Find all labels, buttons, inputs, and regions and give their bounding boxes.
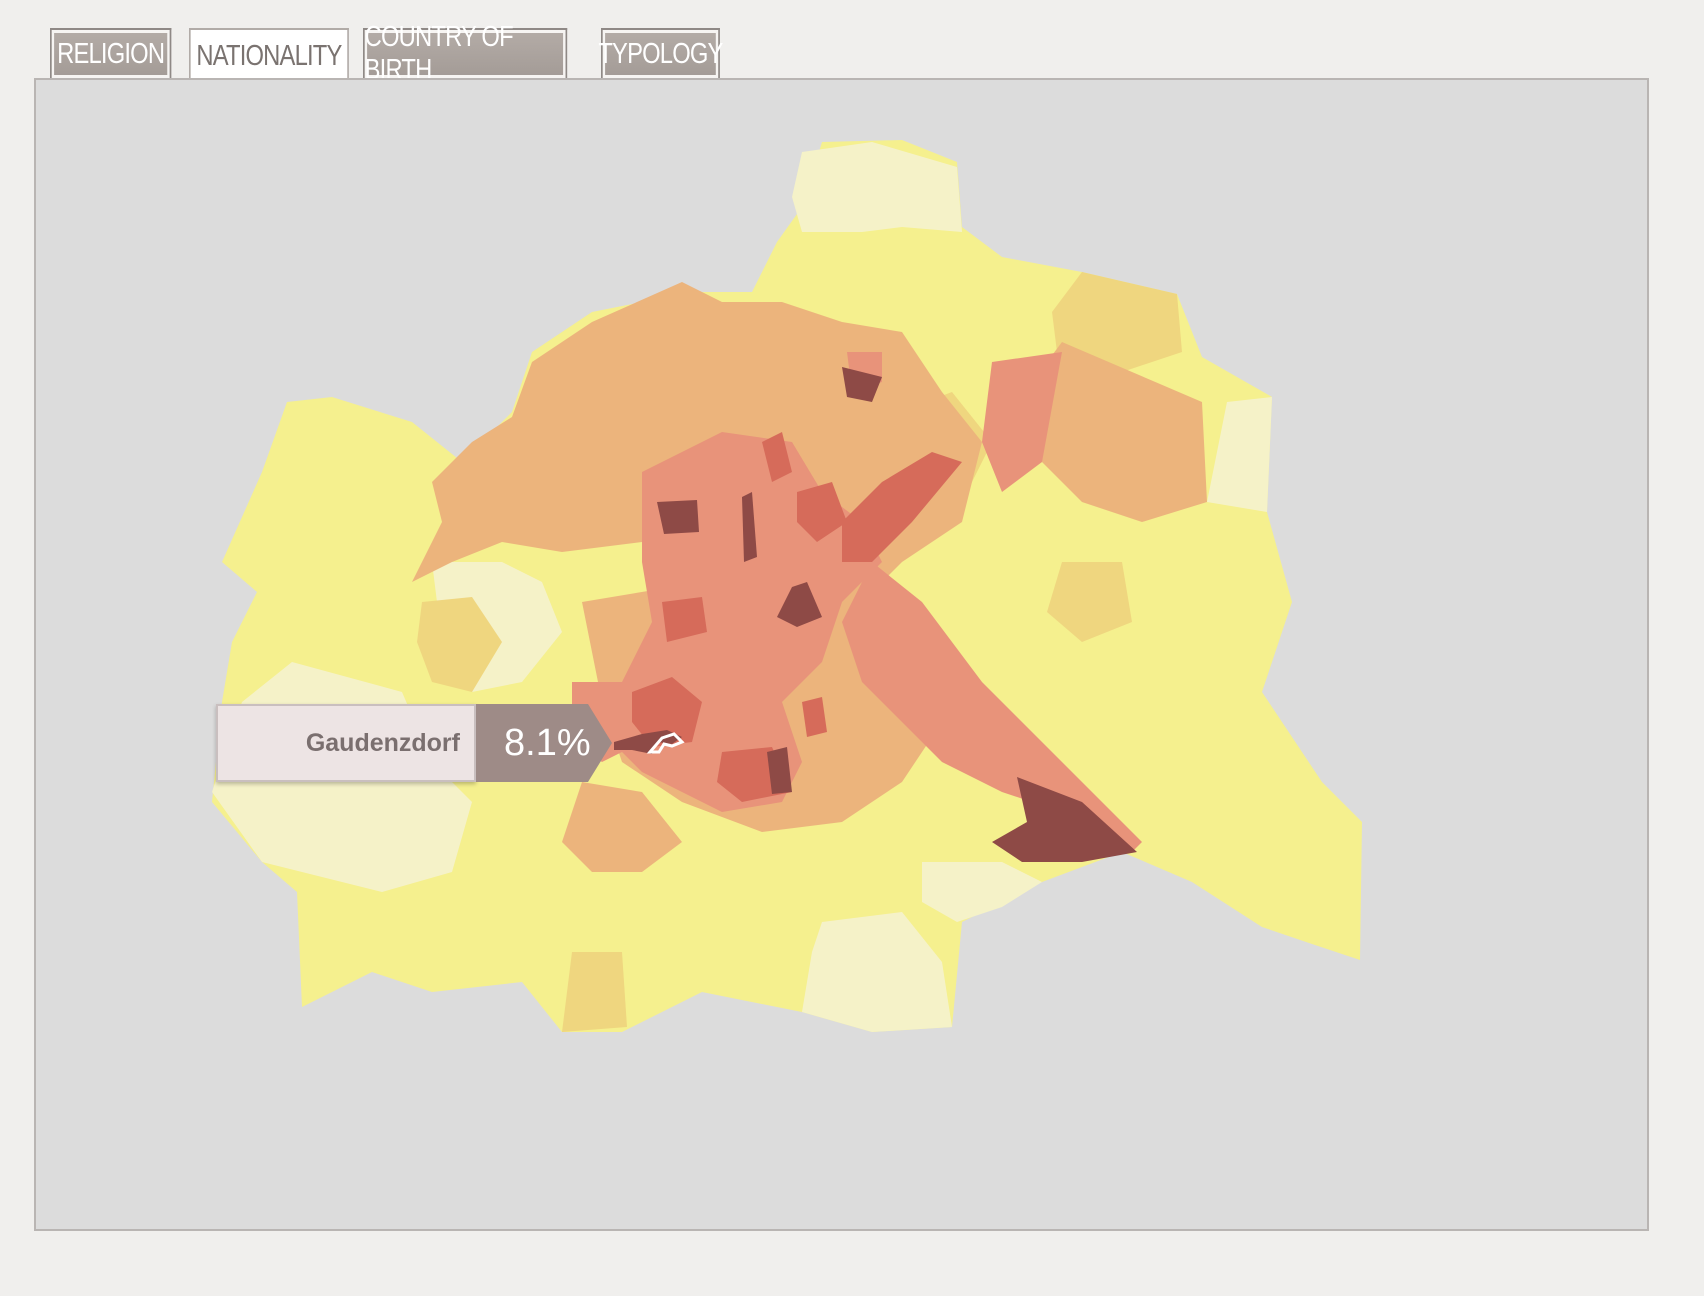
tab-nationality-label: NATIONALITY [196, 39, 342, 72]
district-tooltip: Gaudenzdorf 8.1% [216, 704, 612, 782]
tooltip-value: 8.1% [504, 721, 591, 764]
choropleth-map[interactable] [36, 80, 1647, 1229]
tab-religion[interactable]: RELIGION [50, 28, 172, 78]
tab-typology[interactable]: TYPOLOGY [598, 28, 723, 78]
map-region-ml-3[interactable] [562, 952, 627, 1032]
map-region-vh-northwest[interactable] [657, 500, 699, 534]
tab-country-of-birth[interactable]: COUNTRY OF BIRTH [363, 21, 568, 86]
tab-religion-label: RELIGION [57, 37, 165, 70]
tab-nationality[interactable]: NATIONALITY [189, 28, 349, 82]
tab-typology-label: TYPOLOGY [598, 37, 723, 70]
tooltip-value-box: 8.1% [476, 704, 612, 782]
tooltip-district-name: Gaudenzdorf [216, 704, 476, 782]
map-panel: Gaudenzdorf 8.1% [34, 78, 1649, 1231]
